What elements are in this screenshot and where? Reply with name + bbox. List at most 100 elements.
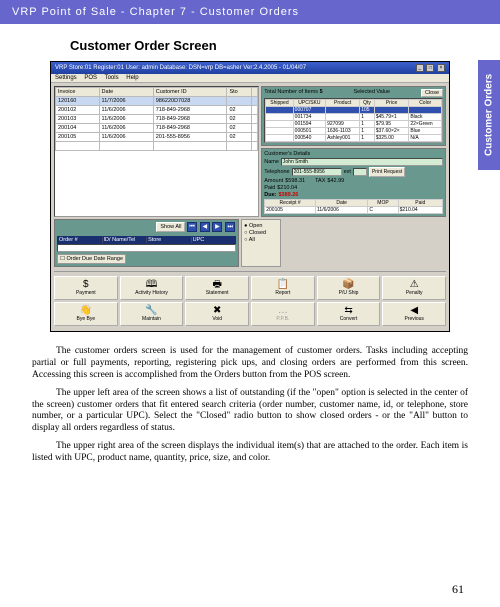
table-row[interactable]: 20010511/6/2006C$210.04	[265, 207, 443, 214]
paragraph: The upper right area of the screen displ…	[32, 441, 468, 465]
table-row[interactable]: 20010311/6/2006718-849-296802	[56, 115, 258, 124]
ext-label: ext	[344, 169, 351, 175]
warning-icon: ⚠	[410, 280, 419, 290]
total-items-label: Total Number of Items	[264, 89, 318, 95]
due-value: $389.26	[278, 192, 298, 198]
print-request-button[interactable]: Print Request	[369, 167, 405, 177]
menu-help[interactable]: Help	[126, 75, 138, 81]
table-row[interactable]: 12016011/7/2006986220D7028	[56, 97, 258, 106]
wave-icon: 👋	[80, 306, 92, 316]
col-customer-id[interactable]: Customer ID	[153, 88, 227, 97]
close-button[interactable]: Close	[421, 89, 443, 97]
col-product[interactable]: Product	[326, 100, 360, 107]
search-col-upc: UPC	[192, 237, 236, 243]
radio-open[interactable]: Open	[244, 223, 278, 229]
col-invoice[interactable]: Invoice	[56, 88, 100, 97]
menu-pos[interactable]: POS	[84, 75, 97, 81]
side-tab-customer-orders: Customer Orders	[478, 60, 500, 170]
orders-grid[interactable]: Invoice Date Customer ID Sto 12016011/7/…	[54, 86, 259, 217]
paragraph: The customer orders screen is used for t…	[32, 346, 468, 382]
paid-value: $210.04	[277, 185, 297, 191]
col-date[interactable]: Date	[99, 88, 153, 97]
previous-icon: ◀	[410, 306, 418, 316]
dots-icon: …	[278, 306, 288, 316]
payment-button[interactable]: $Payment	[54, 276, 118, 300]
show-all-button[interactable]: Show All	[156, 222, 185, 232]
wrench-icon: 🔧	[145, 306, 157, 316]
table-row[interactable]: 0005011636-11031$37.60×2×Blue	[266, 128, 442, 135]
menu-tools[interactable]: Tools	[105, 75, 119, 81]
void-icon: ✖	[213, 306, 221, 316]
telephone-label: Telephone	[264, 169, 289, 175]
table-row[interactable]: 20010411/6/2006718-849-296802	[56, 124, 258, 133]
body-text: The customer orders screen is used for t…	[0, 332, 500, 465]
table-row[interactable]: 20010511/6/2006201-555-895602	[56, 133, 258, 142]
receipt-grid[interactable]: Receipt # Date MOP Paid 20010511/6/2006C…	[264, 199, 443, 214]
ppb-button[interactable]: …P.P.B.	[251, 302, 315, 326]
paid-label: Paid	[264, 185, 275, 191]
col-qty[interactable]: Qty	[360, 100, 375, 107]
col-date[interactable]: Date	[316, 200, 368, 207]
ext-field[interactable]	[353, 168, 367, 176]
search-input[interactable]	[57, 244, 236, 252]
maintain-button[interactable]: 🔧Maintain	[120, 302, 184, 326]
report-icon: 📋	[277, 280, 289, 290]
package-icon: 📦	[342, 280, 354, 290]
table-row[interactable]: 20010211/6/2006718-849-296802	[56, 106, 258, 115]
void-button[interactable]: ✖Void	[185, 302, 249, 326]
prev-icon[interactable]: ◀	[200, 222, 210, 232]
amount-label: Amount	[264, 178, 283, 184]
col-mop[interactable]: MOP	[368, 200, 398, 207]
window-controls: _ □ ×	[415, 64, 445, 72]
table-row[interactable]: 0017341$45.79×1Black	[266, 114, 442, 121]
date-range-checkbox[interactable]: Order Due Date Range	[57, 254, 126, 264]
last-icon[interactable]: ⏭	[225, 222, 235, 232]
table-row[interactable]: 000707105	[266, 107, 442, 114]
page-number: 61	[452, 582, 464, 597]
due-label: Due:	[264, 192, 276, 198]
minimize-icon[interactable]: _	[416, 64, 424, 72]
items-grid[interactable]: Shipped UPC/SKU Product Qty Price Color …	[264, 98, 443, 143]
convert-button[interactable]: ⇆Convert	[317, 302, 381, 326]
col-paid[interactable]: Paid	[398, 200, 442, 207]
page-header: VRP Point of Sale - Chapter 7 - Customer…	[0, 0, 500, 24]
next-icon[interactable]: ▶	[212, 222, 222, 232]
col-shipped[interactable]: Shipped	[266, 100, 293, 107]
table-row[interactable]: 0015949270991$79.9522×Green	[266, 121, 442, 128]
table-row[interactable]: 000540Ashley0011$325.00N/A	[266, 135, 442, 142]
menu-settings[interactable]: Settings	[55, 75, 77, 81]
first-icon[interactable]: ⏮	[187, 222, 197, 232]
tax-label: TAX	[315, 178, 325, 184]
col-price[interactable]: Price	[374, 100, 409, 107]
statement-button[interactable]: 🖶Statement	[185, 276, 249, 300]
close-icon[interactable]: ×	[437, 64, 445, 72]
col-color[interactable]: Color	[409, 100, 442, 107]
col-upc[interactable]: UPC/SKU	[293, 100, 325, 107]
window-title: VRP Store:01 Register:01 User: admin Dat…	[55, 65, 306, 71]
penalty-button[interactable]: ⚠Penalty	[382, 276, 446, 300]
col-receipt[interactable]: Receipt #	[265, 200, 316, 207]
maximize-icon[interactable]: □	[426, 64, 434, 72]
paragraph: The upper left area of the screen shows …	[32, 388, 468, 436]
printer-icon: 🖶	[212, 280, 221, 290]
col-store[interactable]: Sto	[227, 88, 252, 97]
book-icon: 🕮	[146, 280, 158, 290]
telephone-field[interactable]	[292, 168, 342, 176]
radio-closed[interactable]: Closed	[244, 230, 278, 236]
name-field[interactable]	[281, 158, 443, 166]
bye-bye-button[interactable]: 👋Bye Bye	[54, 302, 118, 326]
items-panel: Total Number of Items 5 Selected Value C…	[261, 86, 446, 146]
report-button[interactable]: 📋Report	[251, 276, 315, 300]
previous-button[interactable]: ◀Previous	[382, 302, 446, 326]
search-col-store: Store	[147, 237, 192, 243]
selected-value-label: Selected Value	[353, 89, 390, 97]
dollar-icon: $	[83, 280, 89, 290]
radio-all[interactable]: All	[244, 237, 278, 243]
search-col-order: Order #	[58, 237, 103, 243]
name-label: Name	[264, 159, 279, 165]
details-header: Customer's Details	[264, 151, 443, 157]
tax-value: $42.99	[327, 178, 344, 184]
app-window: VRP Store:01 Register:01 User: admin Dat…	[50, 61, 450, 332]
pu-ship-button[interactable]: 📦P/U Ship	[317, 276, 381, 300]
activity-history-button[interactable]: 🕮Activity History	[120, 276, 184, 300]
